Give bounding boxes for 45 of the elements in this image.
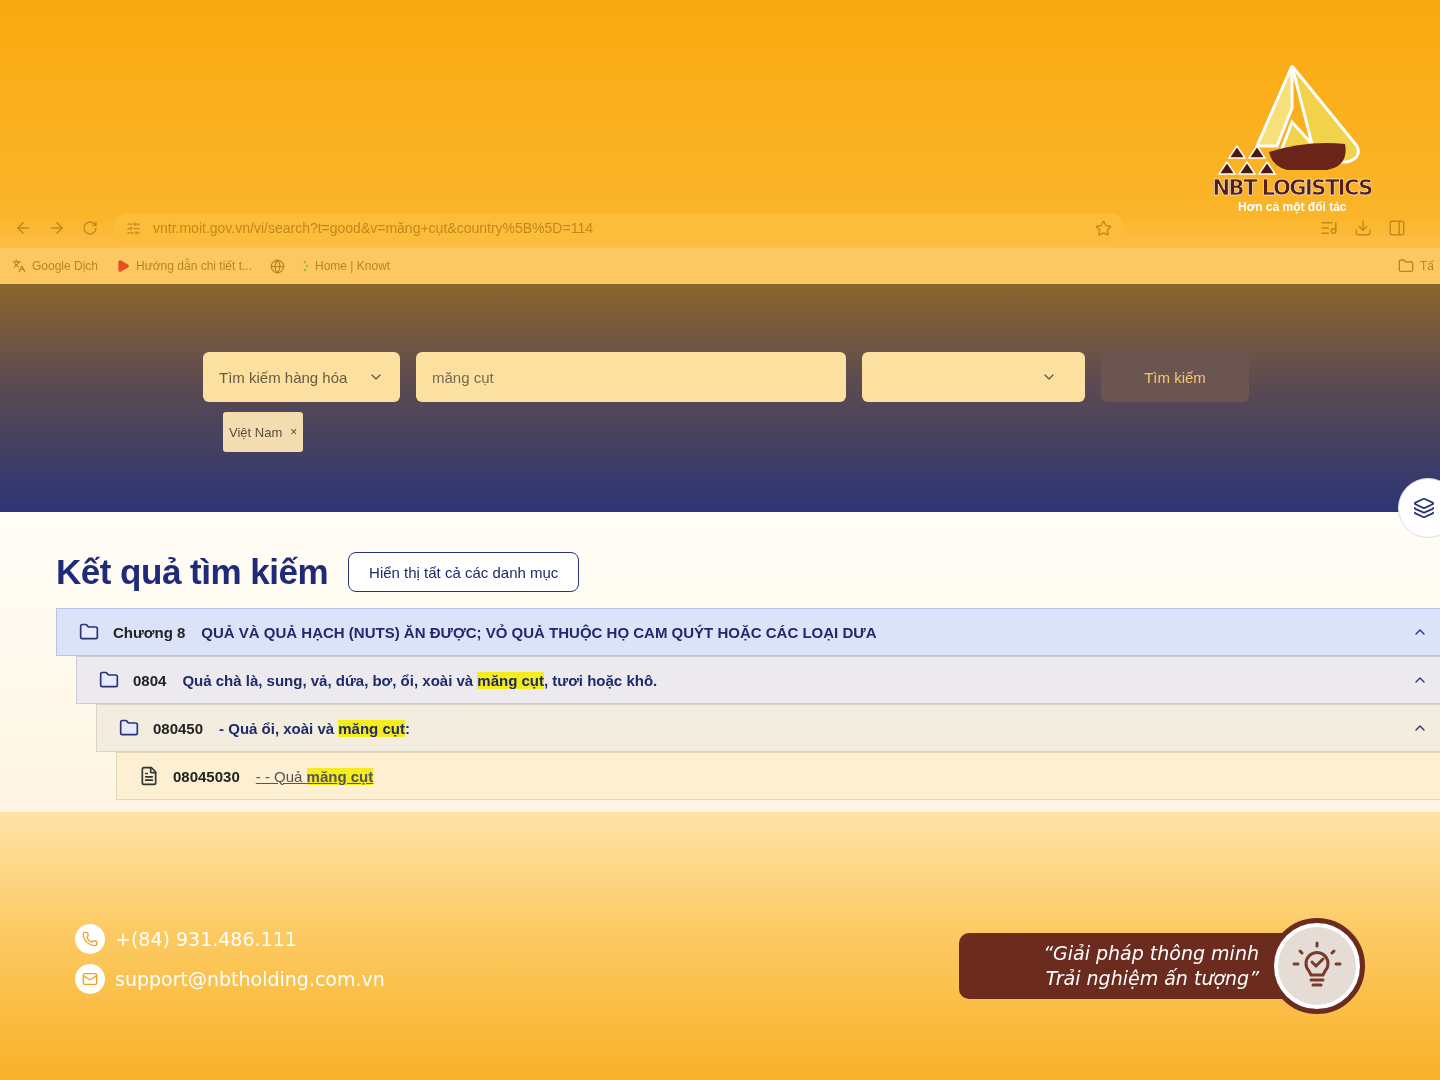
document-icon — [139, 766, 159, 786]
category-title: - Quả ổi, xoài và măng cụt: — [219, 719, 411, 737]
back-icon — [14, 219, 32, 237]
folder-icon — [99, 670, 119, 690]
folder-icon — [119, 718, 139, 738]
search-field[interactable]: măng cụt — [416, 352, 846, 402]
slogan-line: “Giải pháp thông minh — [1043, 941, 1259, 966]
download-icon — [1354, 219, 1372, 237]
mail-icon — [75, 964, 105, 994]
brand-tagline: Hơn cả một đối tác — [1238, 200, 1347, 214]
folder-icon — [79, 622, 99, 642]
slogan-line: Trải nghiệm ấn tượng” — [1045, 966, 1259, 991]
email-address: support@nbtholding.com.vn — [115, 968, 385, 990]
brand-name: NBT LOGISTICS — [1212, 176, 1372, 200]
category-title: QUẢ VÀ QUẢ HẠCH (NUTS) ĂN ĐƯỢC; VỎ QUẢ THUỘC HỌ CAM QUÝT HOẶC CÁC LOẠI DƯA — [201, 623, 878, 641]
tag-label: Việt Nam — [229, 424, 283, 440]
category-title: Quả chà là, sung, vả, dứa, bơ, ổi, xoài và măng cụt, tươi hoặc khô. — [182, 671, 659, 689]
star-icon — [1095, 219, 1112, 237]
reload-icon — [82, 220, 98, 236]
category-code: 0804 — [133, 671, 167, 689]
remove-tag-button[interactable]: × — [290, 425, 298, 439]
category-row[interactable]: 0804 Quả chà là, sung, vả, dứa, bơ, ổi, xoài và măng cụt, tươi hoặc khô. — [76, 656, 1440, 704]
dots-icon — [303, 259, 309, 273]
side-panel-icon — [1388, 219, 1406, 237]
show-all-button[interactable]: Hiển thị tất cả các danh mục — [348, 552, 580, 592]
category-row[interactable]: Chương 8 QUẢ VÀ QUẢ HẠCH (NUTS) ĂN ĐƯỢC; VỎ QUẢ THUỘC HỌ CAM QUÝT HOẶC CÁC LOẠI DƯA — [56, 608, 1440, 656]
play-icon — [116, 259, 131, 273]
search-type-select[interactable]: Tìm kiếm hàng hóa — [203, 352, 400, 402]
folder-icon — [1398, 258, 1414, 274]
phone-icon — [75, 924, 105, 954]
search-button[interactable]: Tìm kiếm — [1101, 352, 1249, 402]
category-code: 080450 — [153, 719, 204, 737]
forward-icon — [48, 219, 66, 237]
list-music-icon — [1320, 219, 1338, 237]
product-code: 08045030 — [173, 767, 240, 785]
globe-icon — [270, 258, 285, 274]
translate-icon — [12, 259, 26, 273]
phone-number: +(84) 931.486.111 — [115, 928, 297, 950]
results-title: Kết quả tìm kiếm — [56, 552, 329, 592]
category-row[interactable]: 080450 - Quả ổi, xoài và măng cụt: — [96, 704, 1440, 752]
layers-icon — [1413, 497, 1435, 519]
bookmark[interactable] — [270, 258, 285, 274]
url-text: vntr.moit.gov.vn/vi/search?t=good&v=măng+cụt&country%5B%5D=114 — [153, 220, 594, 236]
site-settings-icon — [126, 220, 141, 236]
category-code: Chương 8 — [113, 623, 186, 641]
